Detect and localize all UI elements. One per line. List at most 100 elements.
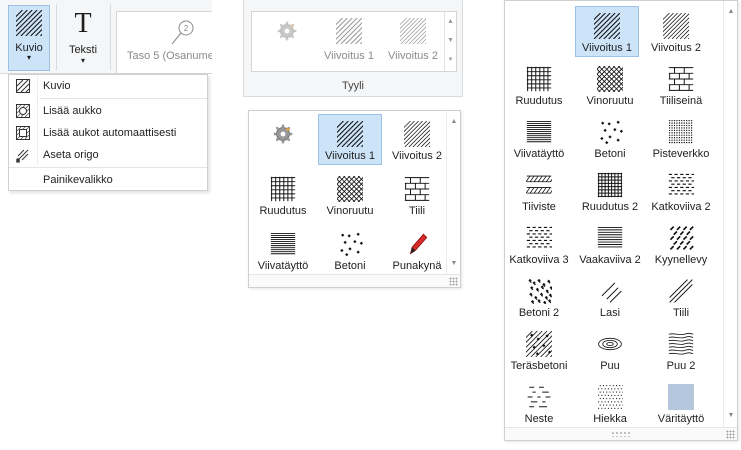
style-tile-kyynellevy[interactable]: Kyynellevy <box>649 218 713 269</box>
style-item-viivoitus-2[interactable]: Viivoitus 2 <box>378 18 448 62</box>
style-tile-punakynä[interactable]: Punakynä <box>385 224 449 275</box>
style-tile-betoni-2[interactable]: Betoni 2 <box>507 271 571 322</box>
style-tile-viivatäyttö[interactable]: Viivatäyttö <box>507 112 571 163</box>
style-tile-betoni[interactable]: Betoni <box>318 224 382 275</box>
teksti-button[interactable]: T Teksti ▾ <box>63 10 103 70</box>
style-tile-neste[interactable]: Neste <box>507 377 571 428</box>
style-tile-label: Väritäyttö <box>657 413 705 425</box>
style-tile-teräsbetoni[interactable]: Teräsbetoni <box>507 324 571 375</box>
style-tile-tiiliseinä[interactable]: Tiiliseinä <box>649 59 713 110</box>
hatch-diag-2-icon <box>404 121 430 147</box>
style-tile-vinoruutu[interactable]: Vinoruutu <box>318 169 382 220</box>
scroll-up-button[interactable]: ▲ <box>724 5 738 19</box>
style-tile-pisteverkko[interactable]: Pisteverkko <box>649 112 713 163</box>
grid-2-icon <box>597 172 623 198</box>
kuvio-dropdown-menu: Kuvio Lisää aukko Lisää aukot automaatti… <box>8 74 208 191</box>
style-tile-vaakaviiva-2[interactable]: Vaakaviiva 2 <box>578 218 642 269</box>
style-tile-katkoviiva-2[interactable]: Katkoviiva 2 <box>649 165 713 216</box>
seal-icon <box>526 172 552 198</box>
grid-icon <box>270 176 296 202</box>
style-tile-betoni[interactable]: Betoni <box>578 112 642 163</box>
gear-palette-icon <box>270 121 296 147</box>
style-tile-settings[interactable] <box>251 114 315 165</box>
style-tile-viivoitus-2[interactable]: Viivoitus 2 <box>385 114 449 165</box>
gallery-expand-button[interactable]: ▾ <box>445 50 456 69</box>
scroll-down-button[interactable]: ▼ <box>445 31 456 50</box>
scroll-down-button[interactable]: ▼ <box>724 409 738 423</box>
kuvio-button[interactable]: Kuvio ▾ <box>8 5 50 71</box>
wood-2-icon <box>668 331 694 357</box>
menu-item-lisaa-aukot-automaattisesti[interactable]: Lisää aukot automaattisesti <box>9 122 207 144</box>
style-tile-label: Ruudutus <box>259 205 307 217</box>
style-tile-label: Viivatäyttö <box>513 148 565 160</box>
gallery-scroll-controls: ▲ ▼ ▾ <box>444 12 456 71</box>
ribbon-pattern-group: Kuvio ▾ T Teksti ▾ 2 Taso 5 (Osanumero <box>0 0 212 74</box>
style-tile-lasi[interactable]: Lasi <box>578 271 642 322</box>
style-tile-label: Hiekka <box>593 413 627 425</box>
style-tile-vinoruutu[interactable]: Vinoruutu <box>578 59 642 110</box>
resize-grip[interactable] <box>726 430 735 439</box>
scroll-up-button[interactable]: ▲ <box>447 115 461 129</box>
teardrop-plate-icon <box>668 225 694 251</box>
reinforced-concrete-icon <box>526 331 552 357</box>
style-tile-label: Lasi <box>599 307 621 319</box>
style-tile-katkoviiva-3[interactable]: Katkoviiva 3 <box>507 218 571 269</box>
style-tile-puu[interactable]: Puu <box>578 324 642 375</box>
hatch-pattern-icon <box>16 10 42 36</box>
brick-wall-icon <box>668 66 694 92</box>
style-tile-tiili[interactable]: Tiili <box>649 271 713 322</box>
menu-item-label: Lisää aukko <box>43 105 102 117</box>
scroll-down-button[interactable]: ▼ <box>447 257 461 271</box>
style-tile-väritäyttö[interactable]: Väritäyttö <box>649 377 713 428</box>
gallery-scrollbar[interactable]: ▲ ▼ <box>446 111 460 275</box>
style-tile-ruudutus[interactable]: Ruudutus <box>507 59 571 110</box>
menu-item-kuvio[interactable]: Kuvio <box>9 75 207 97</box>
style-tile-label: Ruudutus 2 <box>581 201 639 213</box>
menu-item-label: Kuvio <box>43 80 71 92</box>
style-tile-label: Punakynä <box>392 260 442 272</box>
style-ribbon-group: Viivoitus 1 Viivoitus 2 ▲ ▼ ▾ Tyyli <box>243 0 463 97</box>
level-selector[interactable]: 2 Taso 5 (Osanumero <box>116 11 212 74</box>
style-tile-puu-2[interactable]: Puu 2 <box>649 324 713 375</box>
menu-item-label: Painikevalikko <box>43 174 113 186</box>
style-tile-label: Vinoruutu <box>326 205 374 217</box>
resize-bar[interactable] <box>249 274 460 287</box>
hatch-diag-1-icon <box>336 18 362 44</box>
scroll-up-button[interactable]: ▲ <box>445 12 456 31</box>
resize-grip[interactable] <box>449 277 458 286</box>
style-tile-label: Viivoitus 1 <box>325 150 375 162</box>
style-tile-hiekka[interactable]: Hiekka <box>578 377 642 428</box>
menu-item-aseta-origo[interactable]: Aseta origo <box>9 144 207 166</box>
style-tile-viivoitus-2[interactable]: Viivoitus 2 <box>644 6 708 57</box>
style-gallery-inline: Viivoitus 1 Viivoitus 2 ▲ ▼ ▾ <box>251 11 457 72</box>
level-label: Taso 5 (Osanumero <box>127 50 212 62</box>
chevron-down-icon: ▾ <box>26 53 31 62</box>
text-icon: T <box>74 8 92 39</box>
style-tile-viivoitus-1[interactable]: Viivoitus 1 <box>318 114 382 165</box>
style-tile-ruudutus[interactable]: Ruudutus <box>251 169 315 220</box>
style-tile-tiiviste[interactable]: Tiiviste <box>507 165 571 216</box>
style-item-settings[interactable] <box>252 18 322 50</box>
menu-item-painikevalikko[interactable]: Painikevalikko <box>9 169 207 191</box>
set-origin-icon <box>16 149 29 163</box>
style-tile-label: Katkoviiva 2 <box>651 201 711 213</box>
line-fill-icon <box>270 231 296 257</box>
gallery-scrollbar[interactable]: ▲ ▼ <box>723 1 737 427</box>
hatch-pattern-icon <box>16 79 30 93</box>
style-tile-label: Betoni 2 <box>518 307 560 319</box>
menu-separator <box>9 167 207 168</box>
style-item-viivoitus-1[interactable]: Viivoitus 1 <box>314 18 384 62</box>
style-tile-ruudutus-2[interactable]: Ruudutus 2 <box>578 165 642 216</box>
concrete-icon <box>337 231 363 257</box>
style-tile-tiili[interactable]: Tiili <box>385 169 449 220</box>
resize-bar[interactable] <box>505 427 737 440</box>
chevron-down-icon: ▾ <box>80 56 85 65</box>
menu-separator <box>39 98 207 99</box>
style-tile-viivoitus-1[interactable]: Viivoitus 1 <box>575 6 639 57</box>
menu-item-lisaa-aukko[interactable]: Lisää aukko <box>9 100 207 122</box>
level-tag-icon: 2 <box>171 20 194 45</box>
style-tile-label: Pisteverkko <box>652 148 710 160</box>
hatch-diag-1-icon <box>594 13 620 39</box>
style-tile-label: Viivoitus 1 <box>582 42 632 54</box>
style-tile-viivatäyttö[interactable]: Viivatäyttö <box>251 224 315 275</box>
